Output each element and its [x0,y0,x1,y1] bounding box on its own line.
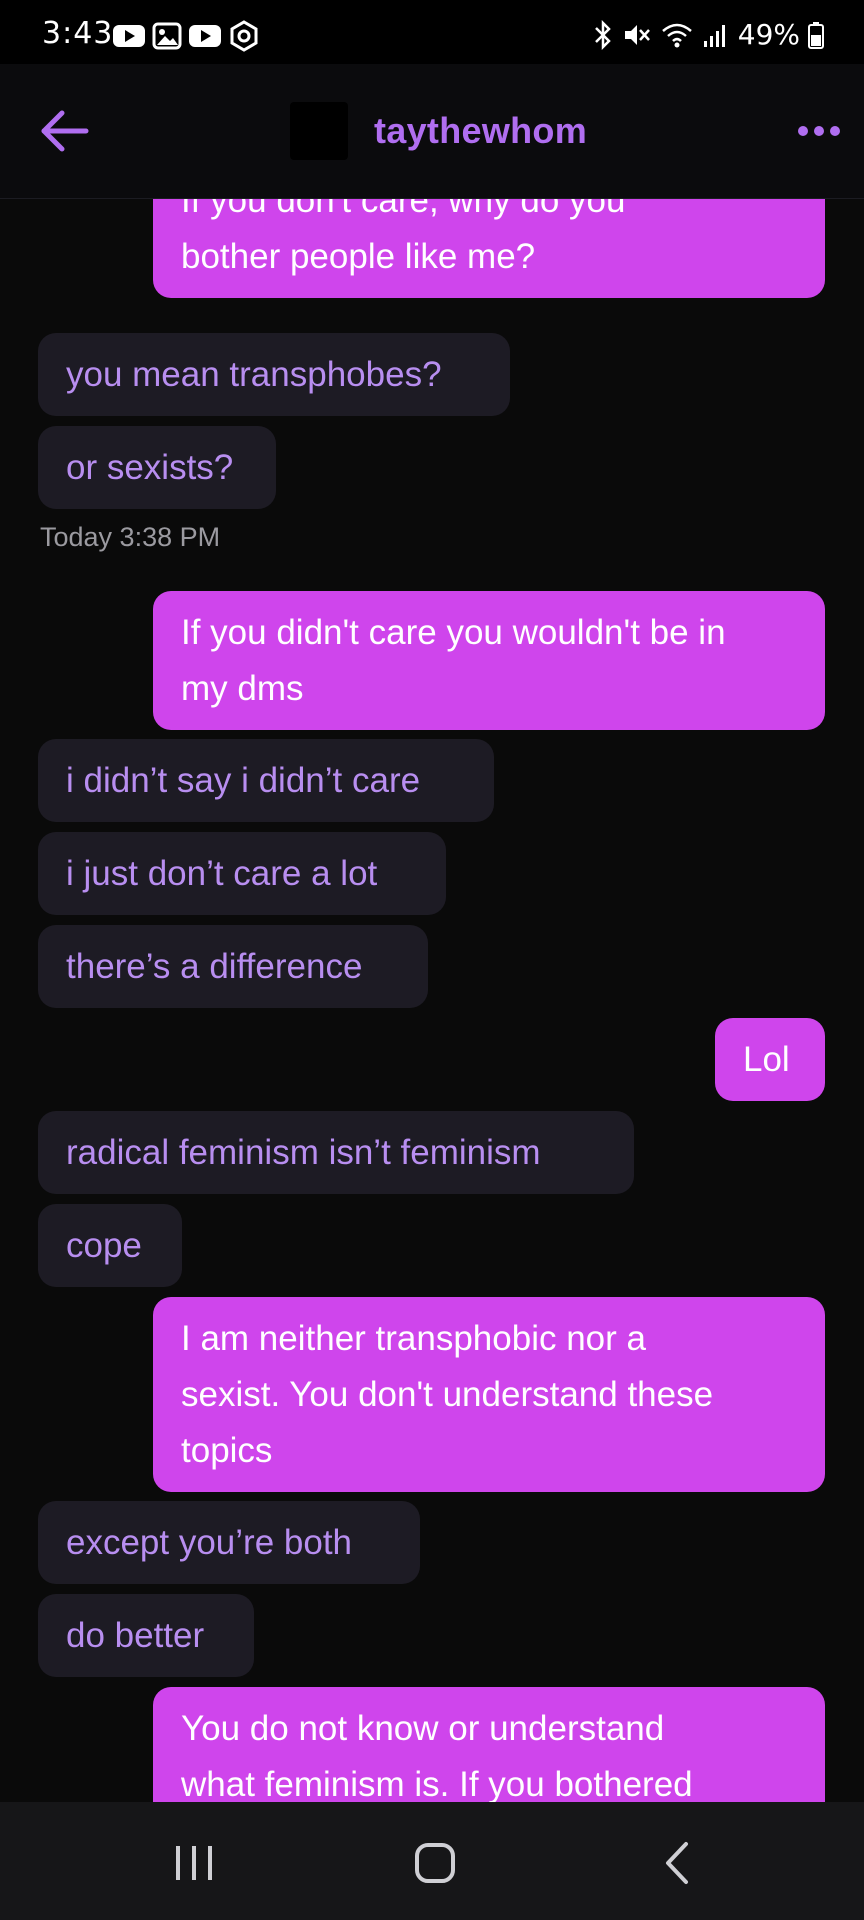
nav-back-icon [666,1842,688,1884]
message-text-line: topics [181,1431,273,1470]
message-text-line: you mean transphobes? [66,355,442,394]
message-text-line: bother people like me? [181,237,536,276]
message-list[interactable]: If you don't care, why do you bother peop… [0,199,864,1802]
status-bar: 3:43 49% [0,0,864,64]
message-text-line: i just don’t care a lot [66,854,378,893]
wifi-icon [661,23,692,47]
message-timestamp: Today 3:38 PM [40,522,221,552]
status-time: 3:43 [42,16,114,51]
signal-icon [703,24,725,47]
avatar[interactable] [290,102,348,160]
message-text-line: what feminism is. If you bothered [181,1765,693,1802]
message-text-line: cope [66,1226,142,1265]
message-text-line: do better [66,1616,205,1655]
notification-icons [112,20,260,52]
youtube-icon [113,25,145,47]
message-text-line: If you don't care, why do you [181,199,626,220]
received-message-bubble[interactable]: except you’re both [38,1501,420,1584]
message-text-line: or sexists? [66,448,234,487]
message-text-line: If you didn't care you wouldn't be in [181,613,726,652]
youtube-icon [189,25,221,47]
sent-message-bubble[interactable]: If you don't care, why do you bother peop… [153,199,825,298]
conversation-title[interactable]: taythewhom [374,110,587,152]
system-nav-bar [0,1802,864,1920]
app-hexagon-icon [230,20,258,52]
message-text-line: Lol [743,1040,790,1079]
sent-message-bubble[interactable]: Lol [715,1018,825,1101]
received-message-bubble[interactable]: cope [38,1204,182,1287]
message-text-line: my dms [181,669,304,708]
nav-back-button[interactable] [650,1838,710,1888]
sent-message-bubble[interactable]: If you didn't care you wouldn't be in my … [153,591,825,730]
sent-message-bubble[interactable]: I am neither transphobic nor a sexist. Yo… [153,1297,825,1492]
message-text-line: except you’re both [66,1523,353,1562]
received-message-bubble[interactable]: there’s a difference [38,925,428,1008]
battery-icon [808,21,824,49]
back-button[interactable] [40,108,92,154]
recent-apps-icon [176,1846,212,1880]
message-text-line: i didn’t say i didn’t care [66,761,421,800]
back-arrow-icon [41,110,89,152]
message-text-line: You do not know or understand [181,1709,665,1748]
more-options-button[interactable] [796,116,842,146]
received-message-bubble[interactable]: or sexists? [38,426,276,509]
more-dots-icon [798,126,840,136]
battery-percentage: 49% [737,18,800,51]
sent-message-bubble[interactable]: You do not know or understand what femini… [153,1687,825,1802]
gallery-icon [152,22,182,50]
received-message-bubble[interactable]: i didn’t say i didn’t care [38,739,494,822]
message-text-line: sexist. You don't understand these [181,1375,714,1414]
bluetooth-icon [594,19,611,50]
home-button[interactable] [406,1838,466,1888]
mute-icon [624,24,650,45]
received-message-bubble[interactable]: i just don’t care a lot [38,832,446,915]
status-right: 49% [592,18,824,51]
received-message-bubble[interactable]: do better [38,1594,254,1677]
recent-apps-button[interactable] [164,1838,224,1888]
message-text-line: I am neither transphobic nor a [181,1319,646,1358]
home-icon [415,1843,455,1883]
message-text-line: there’s a difference [66,947,363,986]
received-message-bubble[interactable]: you mean transphobes? [38,333,510,416]
received-message-bubble[interactable]: radical feminism isn’t feminism [38,1111,634,1194]
message-text-line: radical feminism isn’t feminism [66,1133,541,1172]
conversation-header: taythewhom [0,64,864,199]
